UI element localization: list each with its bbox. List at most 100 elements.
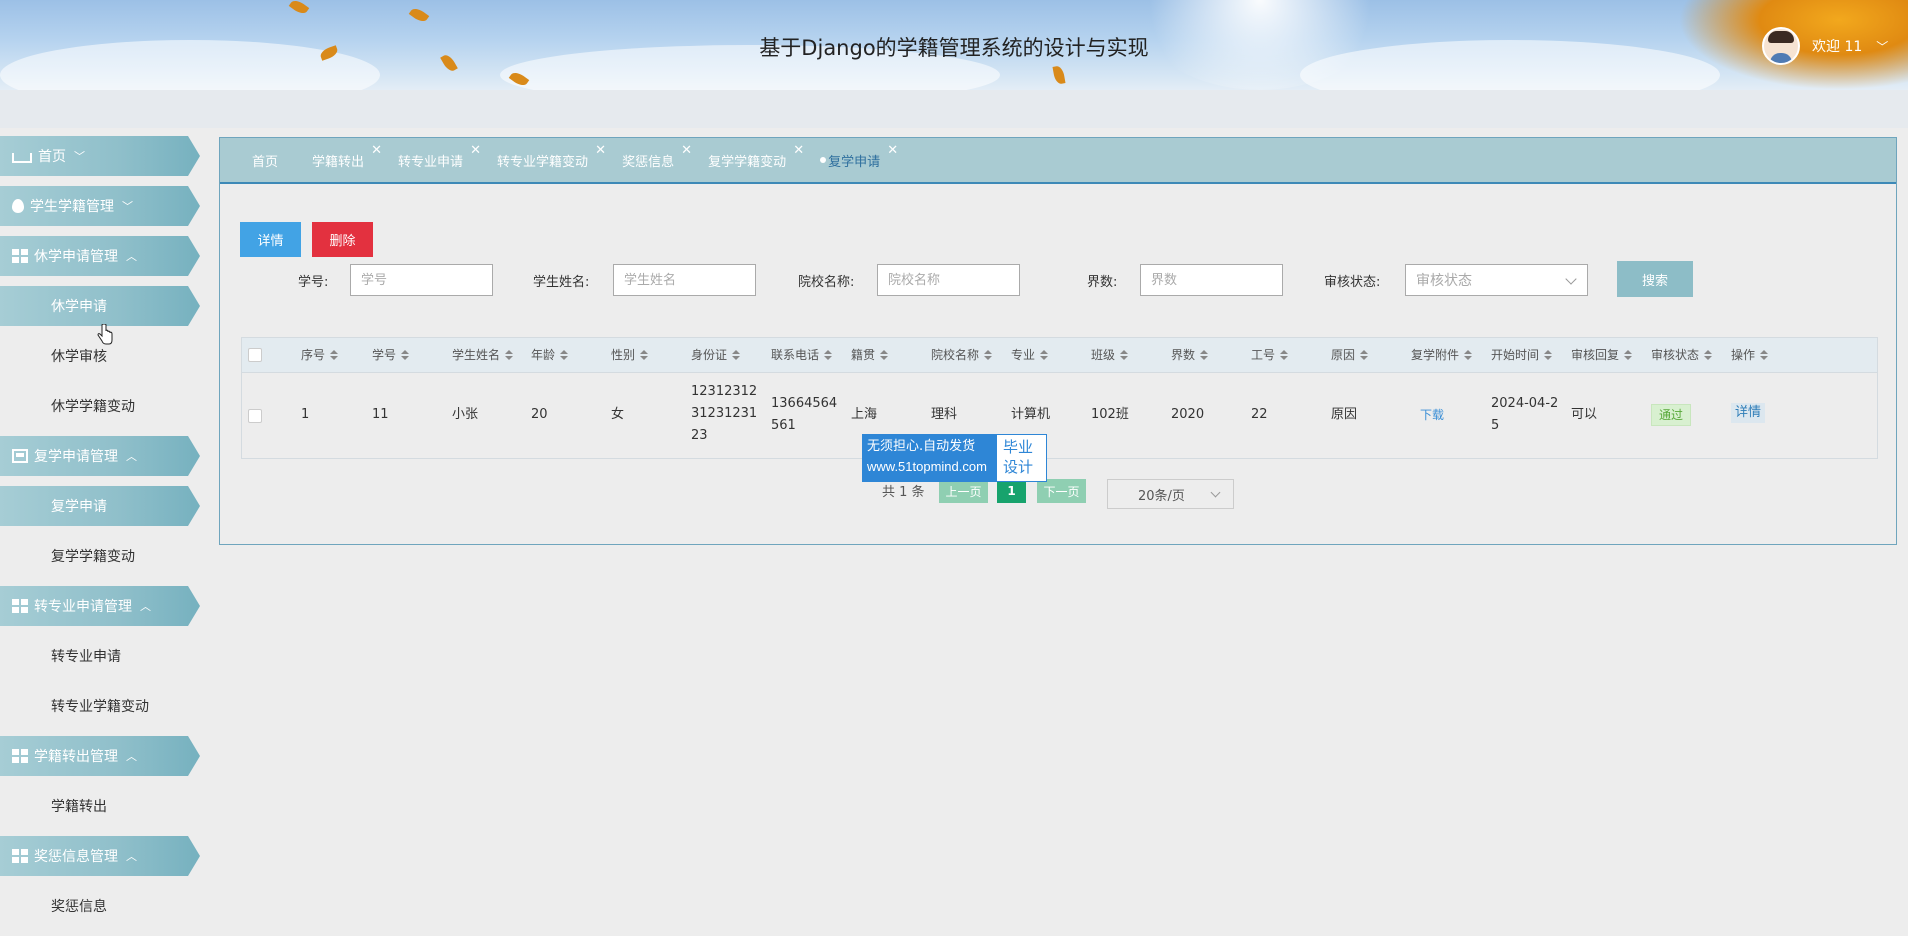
column-header[interactable]: 学号: [372, 344, 410, 366]
sort-icon[interactable]: [505, 349, 514, 361]
watermark-line: 设计: [1003, 458, 1034, 476]
sort-icon[interactable]: [984, 349, 993, 361]
column-header[interactable]: 审核回复: [1571, 344, 1633, 366]
delete-button[interactable]: 删除: [312, 222, 373, 257]
close-icon[interactable]: ✕: [793, 143, 804, 158]
sidebar-item-resumption-apply[interactable]: 复学申请: [0, 486, 200, 526]
row-detail-button[interactable]: 详情: [1731, 402, 1766, 424]
sort-icon[interactable]: [560, 349, 569, 361]
column-header[interactable]: 原因: [1331, 344, 1369, 366]
sort-icon[interactable]: [824, 349, 833, 361]
sidebar-group-suspension[interactable]: 休学申请管理 ︿: [0, 236, 200, 276]
column-header[interactable]: 班级: [1091, 344, 1129, 366]
avatar: [1762, 27, 1800, 65]
active-dot-icon: [820, 157, 827, 163]
sidebar-item-rewards[interactable]: 奖惩信息: [0, 886, 200, 926]
sort-icon[interactable]: [640, 349, 649, 361]
watermark-left: 无须担心.自动发货 www.51topmind.com: [863, 435, 997, 481]
sidebar-group-rewards[interactable]: 奖惩信息管理 ︿: [0, 836, 200, 876]
cell-student-id: 11: [372, 407, 389, 422]
sidebar-group-home[interactable]: 首页 ﹀: [0, 136, 200, 176]
sidebar-group-transfer-out[interactable]: 学籍转出管理 ︿: [0, 736, 200, 776]
sidebar-item-suspension-change[interactable]: 休学学籍变动: [0, 386, 200, 426]
watermark-line: www.51topmind.com: [867, 459, 987, 474]
sidebar-item-resumption-change[interactable]: 复学学籍变动: [0, 536, 200, 576]
tab-transfer-out[interactable]: 学籍转出 ✕: [312, 143, 382, 170]
sort-icon[interactable]: [401, 349, 410, 361]
tab-rewards[interactable]: 奖惩信息 ✕: [622, 143, 692, 170]
leaf-decoration: [408, 5, 430, 25]
search-button[interactable]: 搜索: [1617, 261, 1693, 297]
status-select[interactable]: 审核状态: [1405, 264, 1588, 296]
chevron-down-icon: [1565, 273, 1577, 285]
prev-page-button[interactable]: 上一页: [939, 479, 988, 503]
chevron-down-icon: ﹀: [122, 200, 133, 213]
chevron-down-icon: ﹀: [1876, 39, 1889, 54]
student-id-input[interactable]: [350, 264, 493, 296]
row-checkbox[interactable]: [248, 409, 262, 423]
sidebar-group-student-records[interactable]: 学生学籍管理 ﹀: [0, 186, 200, 226]
column-header[interactable]: 联系电话: [771, 344, 833, 366]
page-number-button[interactable]: 1: [997, 479, 1026, 503]
column-header[interactable]: 界数: [1171, 344, 1209, 366]
close-icon[interactable]: ✕: [470, 143, 481, 158]
column-header[interactable]: 专业: [1011, 344, 1049, 366]
user-menu[interactable]: 欢迎 11 ﹀: [1762, 27, 1889, 65]
image-icon: [12, 449, 28, 463]
tab-resumption-apply[interactable]: 复学申请 ✕: [820, 143, 898, 170]
term-input[interactable]: [1140, 264, 1283, 296]
sidebar-item-major-transfer-change[interactable]: 转专业学籍变动: [0, 686, 200, 726]
sort-icon[interactable]: [732, 349, 741, 361]
cell-start-time: 2024-04-2 5: [1491, 396, 1559, 433]
column-header[interactable]: 工号: [1251, 344, 1289, 366]
tab-major-transfer-apply[interactable]: 转专业申请 ✕: [398, 143, 481, 170]
close-icon[interactable]: ✕: [371, 143, 382, 158]
column-header[interactable]: 院校名称: [931, 344, 993, 366]
sort-icon[interactable]: [1704, 349, 1713, 361]
school-input[interactable]: [877, 264, 1020, 296]
sort-icon[interactable]: [1544, 349, 1553, 361]
column-header[interactable]: 性别: [611, 344, 649, 366]
sort-icon[interactable]: [1360, 349, 1369, 361]
student-name-input[interactable]: [613, 264, 756, 296]
column-header[interactable]: 学生姓名: [452, 344, 514, 366]
sidebar-group-label: 学生学籍管理: [30, 199, 114, 215]
sidebar-item-suspension-apply[interactable]: 休学申请: [0, 286, 200, 326]
sidebar-item-major-transfer-apply[interactable]: 转专业申请: [0, 636, 200, 676]
download-link[interactable]: 下载: [1420, 404, 1444, 426]
page-size-select[interactable]: 20条/页: [1107, 479, 1234, 509]
tab-major-transfer-change[interactable]: 转专业学籍变动 ✕: [497, 143, 606, 170]
chevron-up-icon: ︿: [126, 250, 137, 263]
close-icon[interactable]: ✕: [595, 143, 606, 158]
column-header[interactable]: 序号: [301, 344, 339, 366]
column-header[interactable]: 操作: [1731, 344, 1769, 366]
tab-resumption-change[interactable]: 复学学籍变动 ✕: [708, 143, 804, 170]
sort-icon[interactable]: [1120, 349, 1129, 361]
close-icon[interactable]: ✕: [887, 143, 898, 158]
sort-icon[interactable]: [880, 349, 889, 361]
sidebar-group-major-transfer[interactable]: 转专业申请管理 ︿: [0, 586, 200, 626]
column-header[interactable]: 身份证: [691, 344, 741, 366]
close-icon[interactable]: ✕: [681, 143, 692, 158]
column-header[interactable]: 籍贯: [851, 344, 889, 366]
sort-icon[interactable]: [1624, 349, 1633, 361]
sort-icon[interactable]: [1464, 349, 1473, 361]
tab-home[interactable]: 首页: [252, 151, 278, 170]
sidebar-group-resumption[interactable]: 复学申请管理 ︿: [0, 436, 200, 476]
sort-icon[interactable]: [1040, 349, 1049, 361]
student-id-label: 学号:: [298, 275, 329, 290]
select-all-checkbox[interactable]: [248, 348, 262, 362]
column-header[interactable]: 开始时间: [1491, 344, 1553, 366]
column-header[interactable]: 审核状态: [1651, 344, 1713, 366]
sidebar-item-transfer-out[interactable]: 学籍转出: [0, 786, 200, 826]
sort-icon[interactable]: [1280, 349, 1289, 361]
table-row[interactable]: 1 11 小张 20 女 12312312 31231231 23 136645…: [242, 373, 1877, 458]
sort-icon[interactable]: [1760, 349, 1769, 361]
sort-icon[interactable]: [1200, 349, 1209, 361]
sort-icon[interactable]: [330, 349, 339, 361]
column-header[interactable]: 年龄: [531, 344, 569, 366]
tab-label: 学籍转出: [312, 154, 365, 170]
detail-button[interactable]: 详情: [240, 222, 301, 257]
column-header[interactable]: 复学附件: [1411, 344, 1473, 366]
next-page-button[interactable]: 下一页: [1037, 479, 1086, 503]
